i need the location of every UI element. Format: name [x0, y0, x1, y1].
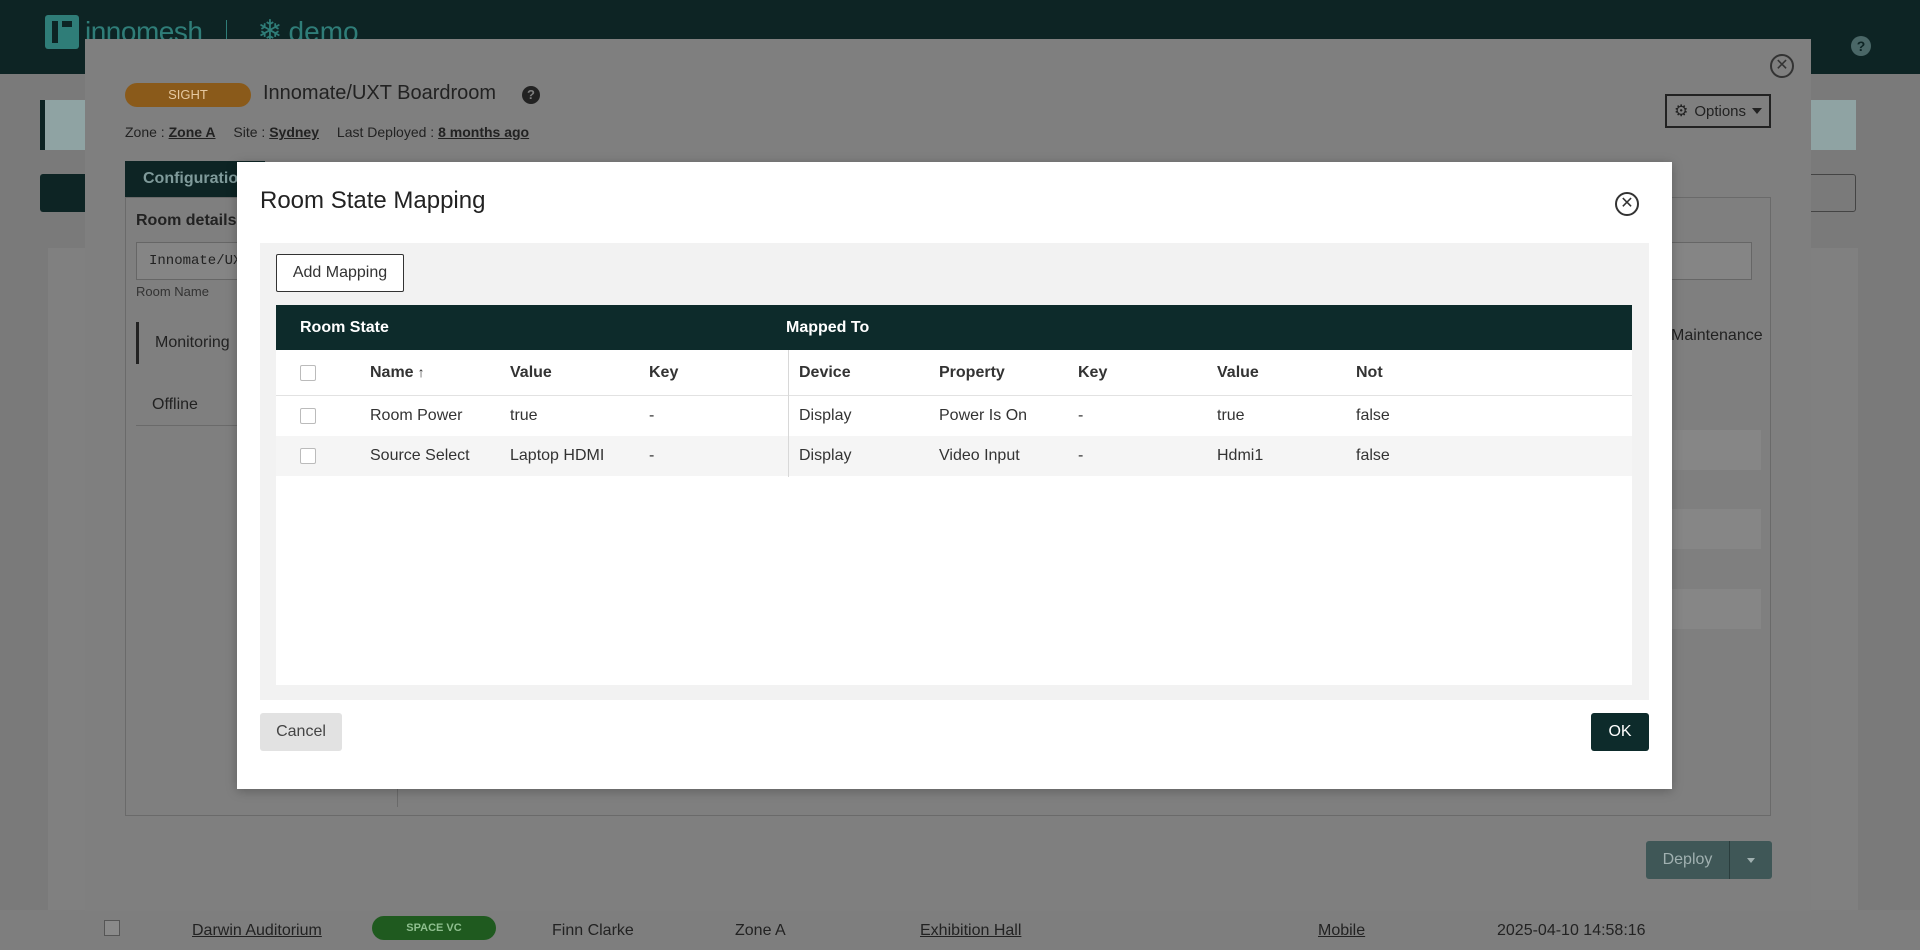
group-mapped-to: Mapped To: [786, 319, 870, 336]
group-divider: [788, 350, 789, 477]
right-bar: [1671, 589, 1761, 629]
group-header: Room State Mapped To: [276, 305, 1632, 350]
column-property[interactable]: Property: [939, 364, 1005, 382]
logo-mark-icon: [45, 14, 79, 49]
cell-property: Video Input: [939, 447, 1020, 464]
cell-mapped-key: -: [1078, 407, 1084, 424]
group-room-state: Room State: [300, 319, 389, 336]
table-row[interactable]: Room Power true - Display Power Is On - …: [276, 396, 1632, 436]
column-value[interactable]: Value: [510, 364, 552, 382]
row-checkbox: [104, 920, 120, 936]
deploy-button[interactable]: Deploy: [1646, 841, 1772, 879]
background-table-row: Darwin Auditorium SPACE VC Finn Clarke Z…: [0, 910, 1920, 950]
cell-not: false: [1356, 447, 1390, 464]
site-label: Site :: [233, 124, 266, 140]
room-modal-close-icon[interactable]: ✕: [1770, 54, 1794, 78]
room-type-badge: SIGHT: [125, 83, 251, 107]
cell-value: Laptop HDMI: [510, 447, 605, 464]
column-name[interactable]: Name ↑: [370, 364, 425, 382]
site-link[interactable]: Sydney: [269, 124, 319, 140]
options-label: Options: [1694, 102, 1747, 120]
right-input[interactable]: [1670, 242, 1752, 280]
column-device[interactable]: Device: [799, 364, 851, 382]
cell-property: Power Is On: [939, 407, 1028, 424]
right-bar: [1671, 430, 1761, 470]
row-name: Darwin Auditorium: [192, 922, 322, 939]
column-name-label: Name: [370, 364, 414, 381]
cell-key: -: [649, 407, 655, 424]
table-row[interactable]: Source Select Laptop HDMI - Display Vide…: [276, 436, 1632, 476]
dialog-body: Add Mapping Room State Mapped To Name ↑ V…: [260, 243, 1649, 700]
dialog-title: Room State Mapping: [260, 187, 486, 214]
options-button[interactable]: ⚙ Options: [1665, 94, 1771, 128]
cell-key: -: [649, 447, 655, 464]
close-icon[interactable]: ✕: [1615, 192, 1639, 216]
row-zone: Zone A: [735, 922, 786, 939]
room-details-label: Room details: [136, 212, 237, 229]
room-name-caption: Room Name: [136, 284, 209, 299]
row-checkbox[interactable]: [300, 448, 316, 464]
row-type: Mobile: [1318, 922, 1366, 939]
cell-device: Display: [799, 447, 852, 464]
row-owner: Finn Clarke: [552, 922, 634, 939]
sort-ascending-icon: ↑: [417, 364, 425, 380]
deploy-label[interactable]: Deploy: [1646, 841, 1730, 879]
cell-device: Display: [799, 407, 852, 424]
column-not[interactable]: Not: [1356, 364, 1383, 382]
select-all-checkbox[interactable]: [300, 365, 316, 381]
mapping-grid: Room State Mapped To Name ↑ Value Key Dev…: [276, 305, 1632, 685]
column-header-row: Name ↑ Value Key Device Property Key Valu…: [276, 350, 1632, 396]
caret-down-icon: [1752, 108, 1763, 114]
maintenance-label: Maintenance: [1671, 327, 1763, 344]
deployed-link[interactable]: 8 months ago: [438, 124, 529, 140]
gear-icon: ⚙: [1673, 103, 1689, 120]
add-mapping-button[interactable]: Add Mapping: [276, 254, 404, 292]
room-state-mapping-dialog: Room State Mapping ✕ Add Mapping Room St…: [237, 162, 1672, 789]
zone-label: Zone :: [125, 124, 165, 140]
cell-name: Source Select: [370, 447, 470, 464]
zone-link[interactable]: Zone A: [169, 124, 216, 140]
ok-button[interactable]: OK: [1591, 713, 1649, 751]
cell-not: false: [1356, 407, 1390, 424]
room-title: Innomate/UXT Boardroom: [263, 82, 497, 104]
room-help-icon[interactable]: ?: [522, 86, 540, 104]
cell-mapped-value: Hdmi1: [1217, 447, 1264, 464]
right-bar: [1671, 509, 1761, 549]
column-mapped-key[interactable]: Key: [1078, 364, 1107, 382]
row-location: Exhibition Hall: [920, 922, 1022, 939]
cell-mapped-value: true: [1217, 407, 1245, 424]
cell-value: true: [510, 407, 538, 424]
cancel-button[interactable]: Cancel: [260, 713, 342, 751]
help-icon[interactable]: ?: [1851, 36, 1871, 56]
row-badge: SPACE VC: [372, 916, 496, 940]
deployed-label: Last Deployed :: [336, 124, 435, 140]
deploy-caret-icon[interactable]: [1730, 841, 1772, 879]
column-mapped-value[interactable]: Value: [1217, 364, 1259, 382]
room-meta: Zone : Zone A Site : Sydney Last Deploye…: [125, 124, 543, 140]
column-key[interactable]: Key: [649, 364, 678, 382]
row-checkbox[interactable]: [300, 408, 316, 424]
cell-mapped-key: -: [1078, 447, 1084, 464]
cell-name: Room Power: [370, 407, 463, 424]
row-timestamp: 2025-04-10 14:58:16: [1497, 922, 1646, 939]
